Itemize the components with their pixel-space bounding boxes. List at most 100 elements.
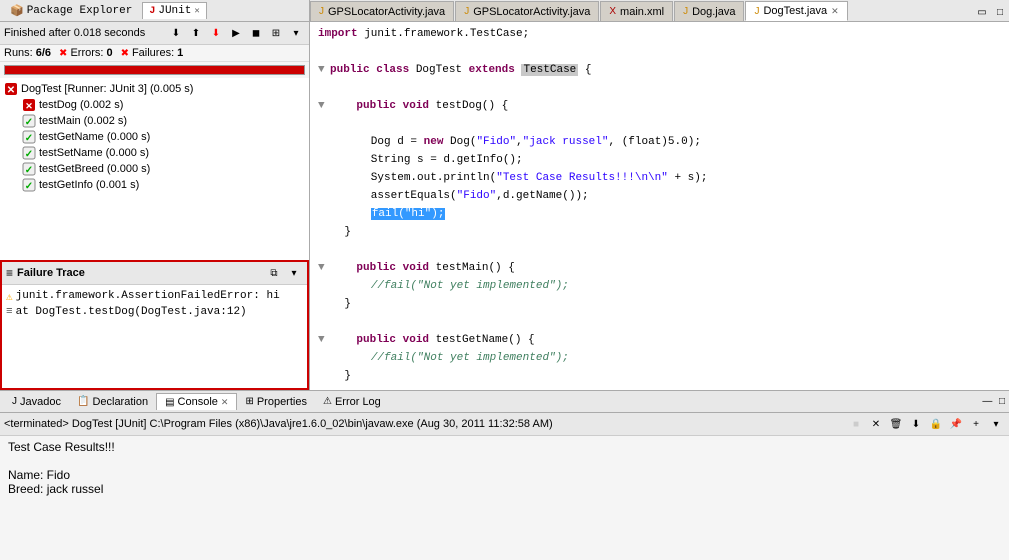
trace-line-1-text: junit.framework.AssertionFailedError: hi [16, 290, 280, 302]
failure-trace-panel: ≡ Failure Trace ⧉ ▾ ⚠ junit.framework.As… [0, 260, 309, 390]
console-tab-close[interactable]: ✕ [221, 397, 229, 408]
trace-filter-btn[interactable]: ▾ [285, 264, 303, 282]
console-pin-btn[interactable]: 📌 [947, 415, 965, 433]
class-collapse-arrow[interactable]: ▼ [318, 62, 330, 79]
testdog-label: testDog (0.002 s) [39, 99, 123, 111]
tab-javadoc[interactable]: J Javadoc [4, 394, 69, 410]
bottom-panel-close[interactable]: — □ [982, 396, 1005, 408]
trace-toolbar: ⧉ ▾ [265, 264, 303, 282]
testgetname-collapse-arrow[interactable]: ▼ [318, 332, 330, 349]
testgetinfo-label: testGetInfo (0.001 s) [39, 179, 139, 191]
tab-errorlog[interactable]: ⚠ Error Log [315, 394, 389, 410]
code-line-testmain: ▼ public void testMain() { [318, 260, 1001, 278]
tree-root-node[interactable]: ✕ DogTest [Runner: JUnit 3] (0.005 s) ✕ … [2, 80, 307, 194]
junit-icon: J [149, 6, 155, 17]
java-file-icon-2: J [464, 6, 469, 17]
root-fail-icon: ✕ [4, 82, 18, 96]
tree-child-testsetname[interactable]: ✓ testSetName (0.000 s) [2, 145, 307, 161]
console-newconsole-btn[interactable]: + [967, 415, 985, 433]
console-line-name: Name: Fido [8, 468, 1001, 482]
console-terminated-text: <terminated> DogTest [JUnit] C:\Program … [4, 418, 845, 430]
code-line-close-testdog: } [318, 224, 1001, 242]
testgetname-pass-icon: ✓ [22, 130, 36, 144]
tree-child-testdog[interactable]: ✕ testDog (0.002 s) [2, 97, 307, 113]
svg-text:✓: ✓ [25, 149, 33, 160]
code-line-comment-getname: //fail("Not yet implemented"); [318, 350, 1001, 368]
code-line-blank3 [318, 116, 1001, 134]
editor-min-btn[interactable]: ▭ [973, 3, 991, 21]
testgetbreed-label: testGetBreed (0.000 s) [39, 163, 150, 175]
tab-properties[interactable]: ⊞ Properties [237, 394, 315, 410]
tree-child-testmain[interactable]: ✓ testMain (0.002 s) [2, 113, 307, 129]
code-line-close-testmain: } [318, 296, 1001, 314]
rerun-btn[interactable]: ▶ [227, 24, 245, 42]
tab-main-xml[interactable]: X main.xml [600, 1, 673, 21]
code-line-close-testgetname: } [318, 368, 1001, 386]
code-line-dog-d: Dog d = new Dog("Fido","jack russel", (f… [318, 134, 1001, 152]
console-scroll-btn[interactable]: ⬇ [907, 415, 925, 433]
editor-max-btn[interactable]: □ [991, 3, 1009, 21]
next-failure-btn[interactable]: ⬇ [207, 24, 225, 42]
tree-child-testgetinfo[interactable]: ✓ testGetInfo (0.001 s) [2, 177, 307, 193]
testgetinfo-pass-icon: ✓ [22, 178, 36, 192]
history-btn[interactable]: ⊞ [267, 24, 285, 42]
console-clear-btn[interactable]: 🗑 [887, 415, 905, 433]
tab-gpslocator1[interactable]: J GPSLocatorActivity.java [310, 1, 454, 21]
prev-failure-btn[interactable]: ⬆ [187, 24, 205, 42]
failures-label: Failures: [132, 47, 174, 59]
testmain-collapse-arrow[interactable]: ▼ [318, 260, 330, 277]
junit-toolbar: ⬇ ⬆ ⬇ ▶ ◼ ⊞ ▾ [167, 24, 305, 42]
console-scrolllock-btn[interactable]: 🔒 [927, 415, 945, 433]
tab-gpslocator2[interactable]: J GPSLocatorActivity.java [455, 1, 599, 21]
trace-content: ⚠ junit.framework.AssertionFailedError: … [2, 285, 307, 388]
tree-child-testgetname[interactable]: ✓ testGetName (0.000 s) [2, 129, 307, 145]
scroll-lock-btn[interactable]: ⬇ [167, 24, 185, 42]
console-output: Test Case Results!!! Name: Fido Breed: j… [0, 436, 1009, 500]
tree-root-label[interactable]: ✕ DogTest [Runner: JUnit 3] (0.005 s) [2, 81, 307, 97]
progress-bar [4, 65, 305, 75]
code-line-assertequals: assertEquals("Fido",d.getName()); [318, 188, 1001, 206]
testsetname-label: testSetName (0.000 s) [39, 147, 149, 159]
testmain-pass-icon: ✓ [22, 114, 36, 128]
xml-file-icon: X [609, 6, 616, 17]
failures-info: ✖ Failures: 1 [121, 47, 184, 59]
tab-declaration[interactable]: 📋 Declaration [69, 394, 156, 410]
tab-dogtest-java[interactable]: J DogTest.java ✕ [745, 1, 847, 21]
tab-dog-java[interactable]: J Dog.java [674, 1, 744, 21]
tab-console[interactable]: ▤ Console ✕ [156, 393, 237, 410]
view-menu-btn[interactable]: ▾ [287, 24, 305, 42]
root-label-text: DogTest [Runner: JUnit 3] (0.005 s) [21, 83, 193, 95]
progress-fill [5, 66, 304, 74]
console-viewmenu-btn[interactable]: ▾ [987, 415, 1005, 433]
java-file-icon-4: J [754, 6, 759, 17]
svg-text:✓: ✓ [25, 133, 33, 144]
console-stop-btn[interactable]: ■ [847, 415, 865, 433]
code-line-fail: fail("hi"); [318, 206, 1001, 224]
dogtest-tab-close[interactable]: ✕ [831, 6, 839, 17]
tab-junit[interactable]: J JUnit ✕ [142, 2, 206, 19]
testsetname-pass-icon: ✓ [22, 146, 36, 160]
trace-copy-btn[interactable]: ⧉ [265, 264, 283, 282]
console-remove-btn[interactable]: ✕ [867, 415, 885, 433]
code-line-comment-main: //fail("Not yet implemented"); [318, 278, 1001, 296]
testdog-collapse-arrow[interactable]: ▼ [318, 98, 330, 115]
stop-btn[interactable]: ◼ [247, 24, 265, 42]
maximize-btn[interactable]: □ [999, 396, 1005, 407]
svg-text:✕: ✕ [7, 85, 15, 96]
junit-tab-close[interactable]: ✕ [194, 6, 199, 16]
junit-info-bar: Runs: 6/6 ✖ Errors: 0 ✖ Failures: 1 [0, 45, 309, 62]
code-editor[interactable]: import junit.framework.TestCase; ▼ publi… [310, 22, 1009, 390]
errors-value: 0 [106, 47, 112, 59]
tree-child-testgetbreed[interactable]: ✓ testGetBreed (0.000 s) [2, 161, 307, 177]
code-line-1: import junit.framework.TestCase; [318, 26, 1001, 44]
package-explorer-icon: 📦 [10, 4, 24, 18]
declaration-icon: 📋 [77, 396, 89, 407]
testdog-fail-icon: ✕ [22, 98, 36, 112]
runs-value: 6/6 [36, 47, 51, 59]
editor-tabs: J GPSLocatorActivity.java J GPSLocatorAc… [310, 0, 1009, 22]
junit-tree[interactable]: ✕ DogTest [Runner: JUnit 3] (0.005 s) ✕ … [0, 78, 309, 260]
tab-package-explorer[interactable]: 📦 Package Explorer [4, 2, 138, 20]
code-line-string-s: String s = d.getInfo(); [318, 152, 1001, 170]
minimize-btn[interactable]: — [982, 396, 992, 407]
runs-info: Runs: 6/6 [4, 47, 51, 59]
